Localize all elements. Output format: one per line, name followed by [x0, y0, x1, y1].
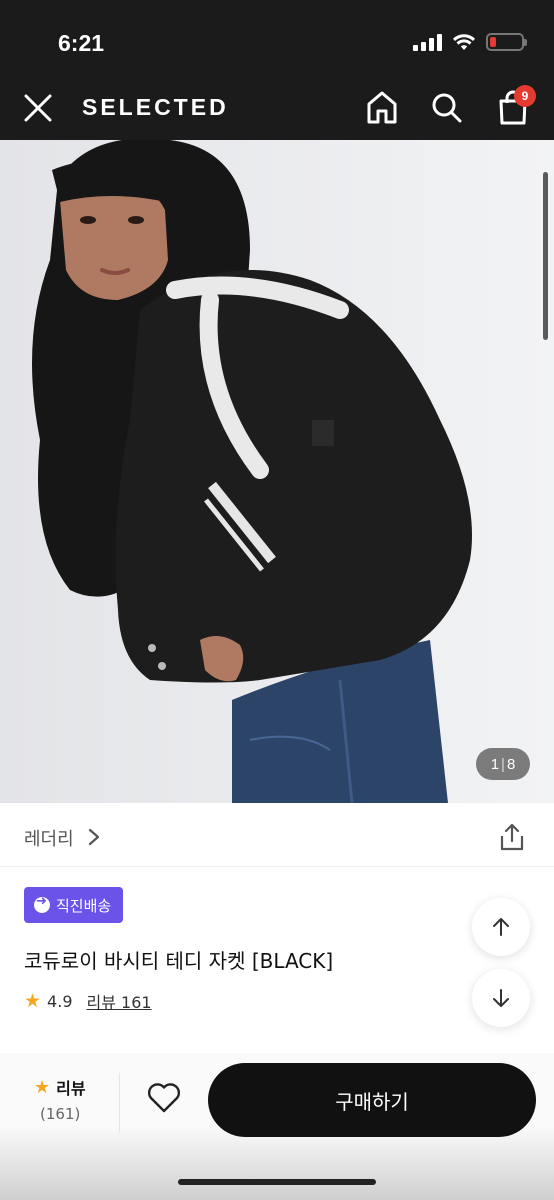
arrow-up-icon	[493, 918, 509, 936]
search-icon[interactable]	[430, 88, 464, 126]
arrow-down-icon	[493, 989, 509, 1007]
buy-button[interactable]: 구매하기	[208, 1063, 536, 1137]
scroll-up-button[interactable]	[472, 898, 530, 956]
rating-row: ★ 4.9 리뷰 161	[24, 989, 152, 1013]
home-indicator[interactable]	[178, 1179, 376, 1185]
direct-shipping-badge: 직진배송	[24, 887, 124, 923]
signal-icon	[413, 33, 442, 51]
review-count: (161)	[40, 1105, 81, 1123]
review-summary[interactable]: ★ 리뷰	[34, 1075, 86, 1099]
chevron-right-icon	[88, 828, 100, 846]
wifi-icon	[453, 34, 475, 50]
product-photo	[0, 140, 554, 803]
direct-shipping-label: 직진배송	[56, 896, 112, 915]
rating-value: 4.9	[47, 991, 73, 1011]
product-title: 코듀로이 바시티 테디 자켓 [BLACK]	[24, 949, 334, 973]
star-icon: ★	[24, 990, 42, 1012]
status-icons	[413, 33, 527, 51]
image-counter-total: 8	[506, 755, 516, 773]
scrollbar[interactable]	[543, 172, 548, 340]
star-icon: ★	[34, 1076, 51, 1098]
battery-low-icon	[486, 33, 527, 51]
close-icon[interactable]	[22, 92, 54, 124]
shop-row[interactable]: 레더리	[0, 803, 554, 867]
cart-count-badge: 9	[514, 85, 536, 107]
product-info: 레더리 직진배송 코듀로이 바시티 테디 자켓 [BLACK] ★ 4.9 리뷰…	[0, 803, 554, 1053]
image-counter-current: 1	[490, 755, 500, 773]
review-label: 리뷰	[56, 1079, 86, 1098]
image-counter-separator: |	[501, 755, 505, 773]
heart-icon[interactable]	[146, 1081, 182, 1115]
divider	[119, 1073, 120, 1133]
brand-logo[interactable]: SELECTED	[82, 94, 229, 121]
status-time: 6:21	[58, 30, 105, 56]
shop-name[interactable]: 레더리	[24, 825, 74, 851]
home-icon[interactable]	[365, 88, 399, 126]
share-icon[interactable]	[498, 822, 526, 852]
bottom-action-bar: ★ 리뷰 (161) 구매하기	[0, 1053, 554, 1200]
arrow-circle-icon	[34, 894, 50, 913]
product-image[interactable]	[0, 140, 554, 803]
app-header: 6:21 SELECTED 9	[0, 0, 554, 140]
review-link[interactable]: 리뷰 161	[87, 989, 152, 1013]
scroll-down-button[interactable]	[472, 969, 530, 1027]
image-counter: 1 | 8	[476, 748, 530, 780]
